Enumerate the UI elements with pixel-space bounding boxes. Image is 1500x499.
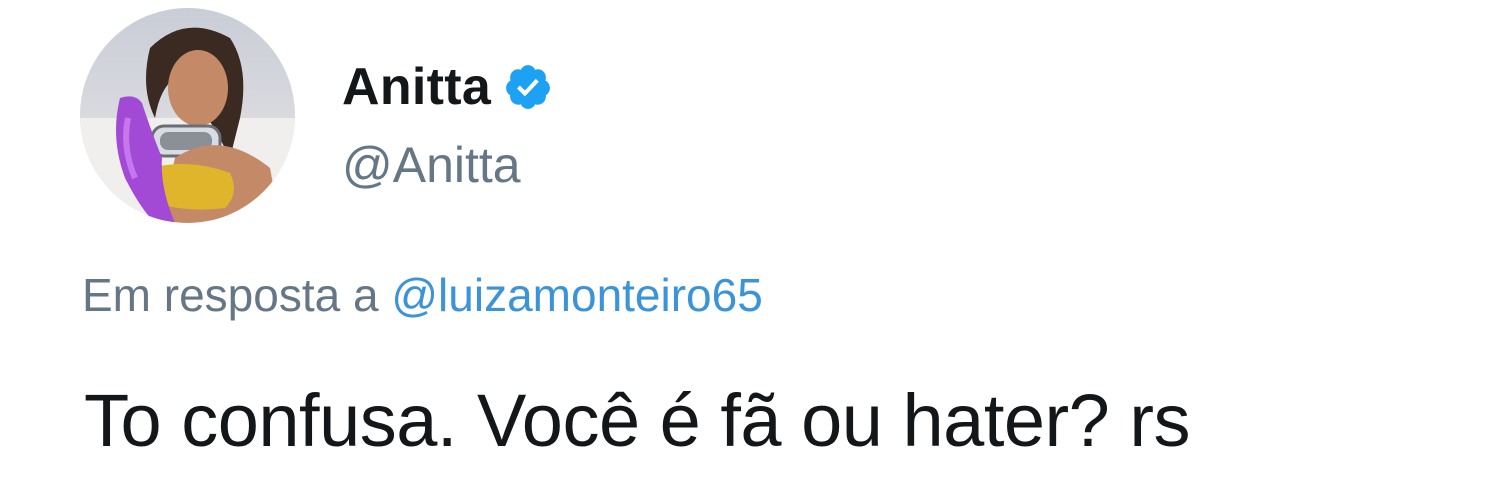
reply-prefix: Em resposta a [82,269,379,321]
display-name-row: Anitta [342,52,553,122]
author-avatar[interactable] [80,8,295,223]
author-handle[interactable]: @Anitta [342,136,553,194]
tweet-text: To confusa. Você é fã ou hater? rs [84,379,1191,462]
verified-badge-icon [503,62,553,112]
reply-context: Em resposta a @luizamonteiro65 [82,268,763,322]
author-names: Anitta @Anitta [342,52,553,194]
author-display-name[interactable]: Anitta [342,57,491,117]
tweet-header: Anitta @Anitta [80,8,553,223]
reply-mention-link[interactable]: @luizamonteiro65 [391,269,762,321]
tweet-card: Anitta @Anitta Em resposta a @luizamonte… [0,0,1500,499]
avatar-photo [80,8,295,223]
